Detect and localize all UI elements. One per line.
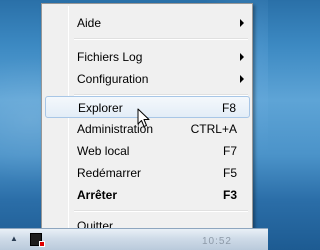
clock[interactable]: 10:52 <box>202 236 232 247</box>
menu-item-shortcut: F7 <box>222 144 237 158</box>
menu-item-web-local[interactable]: Web local F7 <box>45 140 250 162</box>
menu-item-label: Configuration <box>77 72 149 86</box>
menu-item-label: Arrêter <box>77 188 118 202</box>
menu-item-shortcut: F8 <box>221 101 236 115</box>
mouse-pointer-icon <box>137 108 150 127</box>
menu-item-label: Web local <box>77 144 130 158</box>
chevron-up-icon[interactable]: ▲ <box>9 234 19 244</box>
menu-item-aide[interactable]: Aide <box>45 12 250 34</box>
menu-item-shortcut: CTRL+A <box>190 122 237 136</box>
taskbar: ▲ 10:52 <box>0 228 268 250</box>
menu-item-shortcut: F5 <box>222 166 237 180</box>
menu-item-label: Fichiers Log <box>77 50 143 64</box>
menu-item-fichiers-log[interactable]: Fichiers Log <box>45 46 250 68</box>
menu-item-redemarrer[interactable]: Redémarrer F5 <box>45 162 250 184</box>
menu-separator <box>74 210 248 212</box>
status-indicator-icon <box>39 241 45 247</box>
submenu-arrow-icon <box>240 75 244 83</box>
submenu-arrow-icon <box>240 19 244 27</box>
menu-item-label: Redémarrer <box>77 166 142 180</box>
menu-item-shortcut: F3 <box>222 188 237 202</box>
menu-item-arreter[interactable]: Arrêter F3 <box>45 184 250 206</box>
tray-app-icon[interactable] <box>29 232 45 248</box>
menu-item-configuration[interactable]: Configuration <box>45 68 250 90</box>
menu-separator <box>74 38 248 40</box>
menu-item-label: Explorer <box>78 101 123 115</box>
submenu-arrow-icon <box>240 53 244 61</box>
menu-item-label: Aide <box>77 16 102 30</box>
